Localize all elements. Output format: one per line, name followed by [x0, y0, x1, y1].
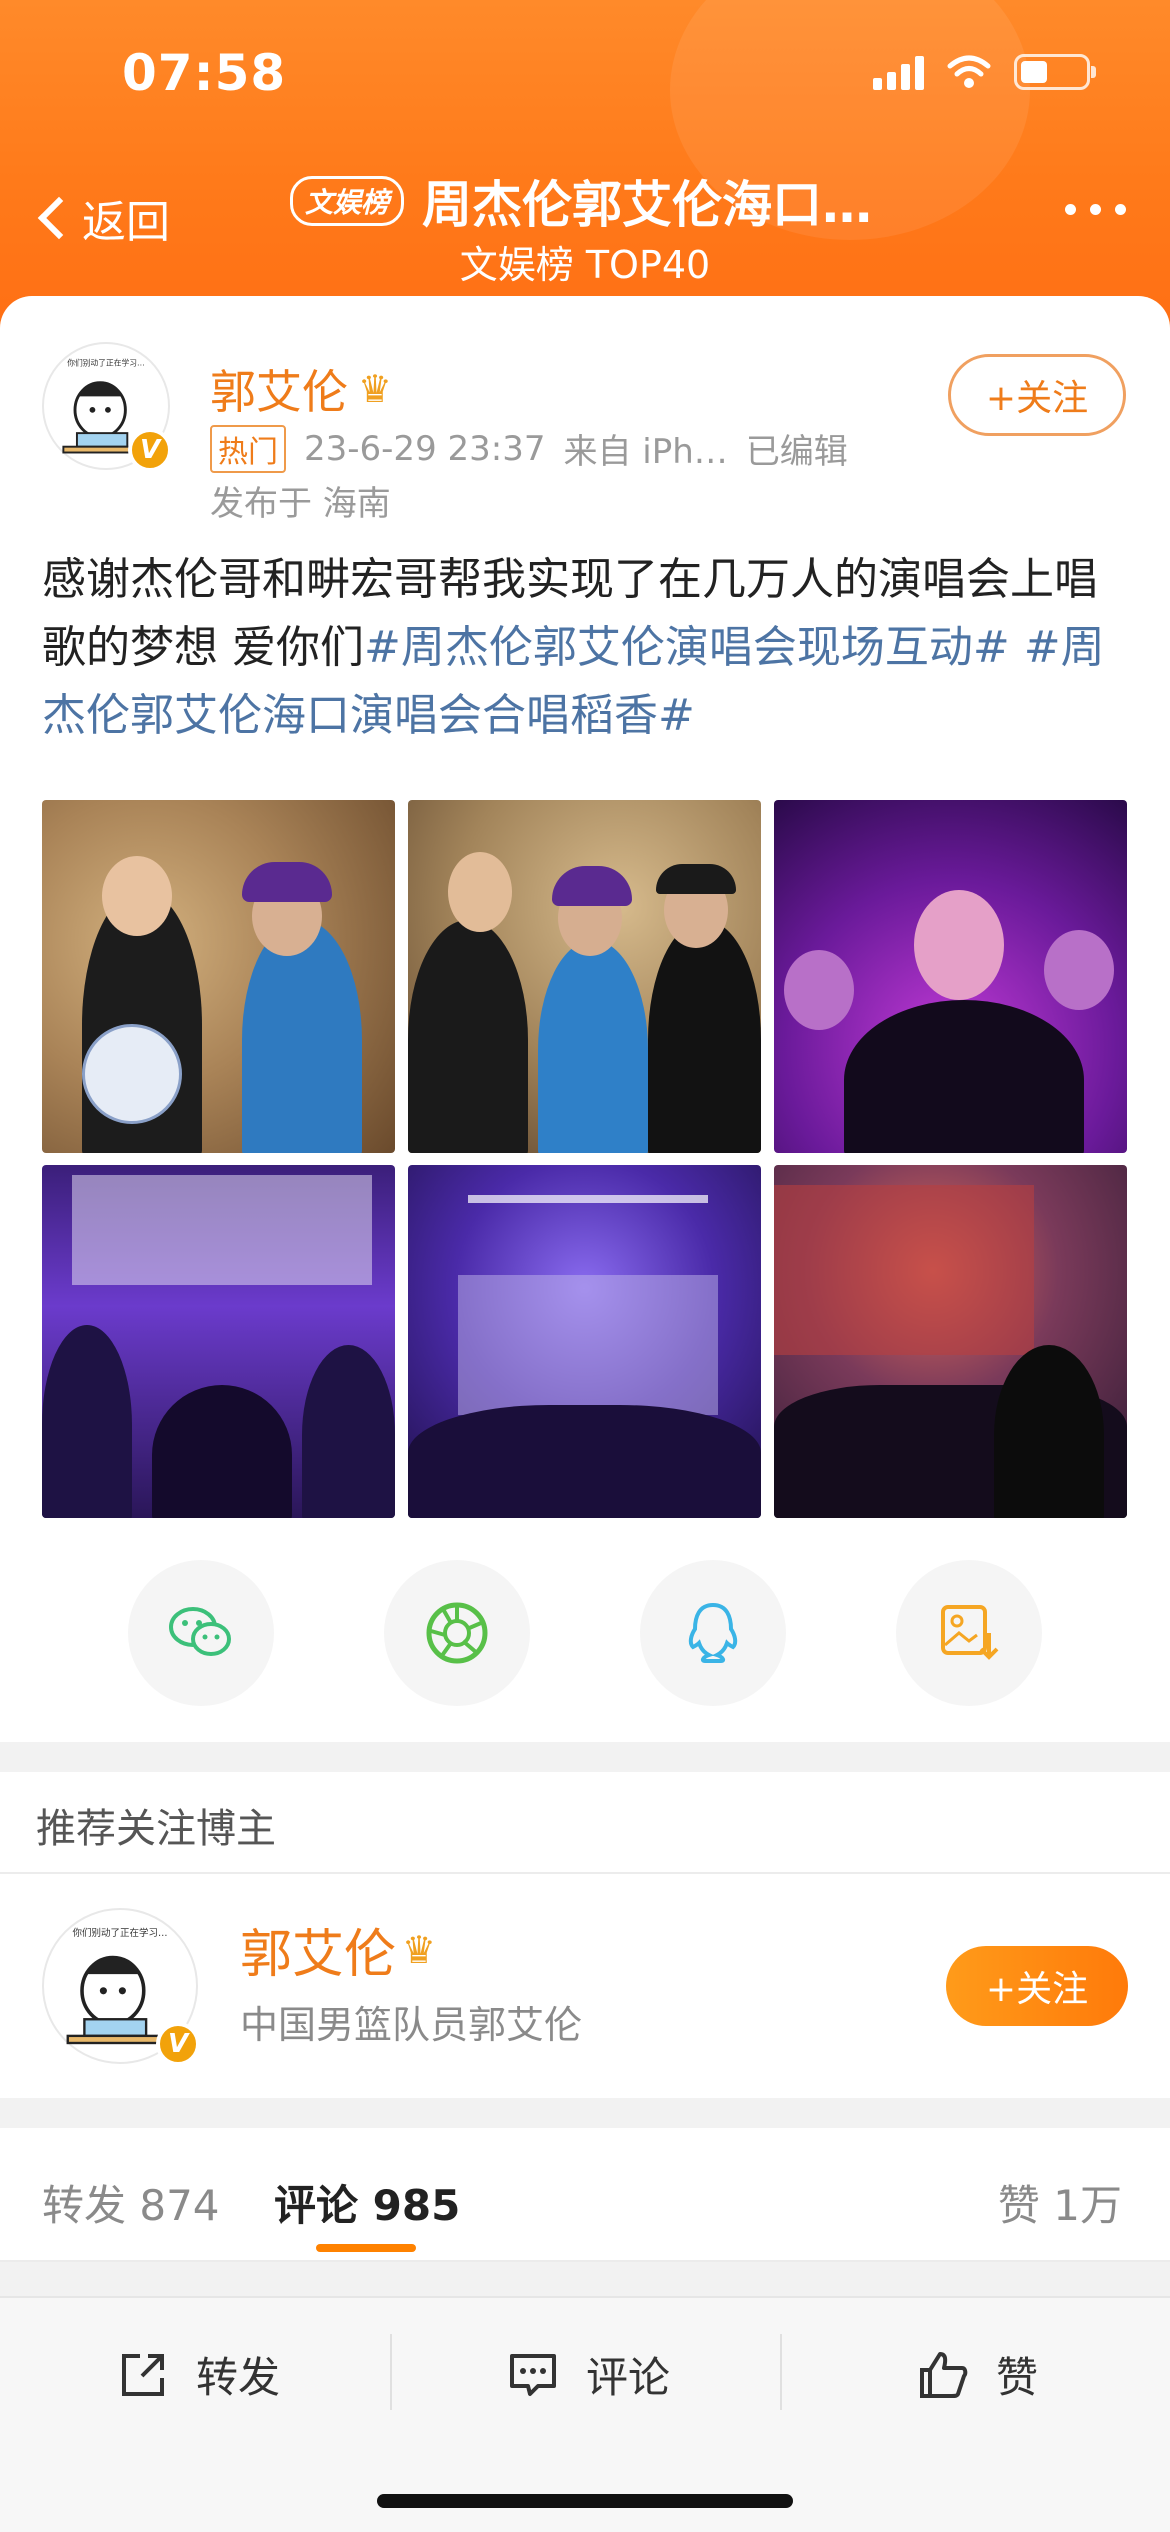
- thumbs-up-icon: [920, 2351, 968, 2398]
- photo-6[interactable]: [774, 1165, 1127, 1518]
- tab-comment[interactable]: 评论 985: [274, 2172, 460, 2233]
- interaction-tabs: 转发 874 评论 985 赞 1万: [0, 2128, 1170, 2262]
- repost-button[interactable]: 转发: [116, 2344, 280, 2405]
- ranking-badge: 文娱榜: [290, 176, 405, 226]
- page-subtitle: 文娱榜 TOP40: [459, 243, 711, 287]
- share-qq-button[interactable]: [640, 1560, 786, 1706]
- topic-link-1[interactable]: #周杰伦郭艾伦演唱会现场互动#: [364, 622, 1010, 673]
- divider: [0, 1872, 1170, 1874]
- recommend-name[interactable]: 郭艾伦: [240, 1912, 396, 1987]
- recommend-section: 推荐关注博主 你们别动了正在学习… V 郭艾伦 ♛ 中国男篮队员郭艾伦 +关注: [0, 1772, 1170, 2098]
- page-title-wrap: 文娱榜 周杰伦郭艾伦海口…: [290, 165, 910, 237]
- moments-icon: [426, 1602, 488, 1664]
- status-time: 07:58: [122, 44, 287, 102]
- crown-icon: ♛: [402, 1927, 437, 1972]
- comment-label: 评论: [586, 2353, 671, 2402]
- photo-5[interactable]: [408, 1165, 761, 1518]
- verified-badge-icon: V: [156, 2022, 200, 2066]
- verified-badge-icon: V: [128, 428, 172, 472]
- active-tab-indicator: [316, 2244, 416, 2252]
- post-card: 你们别动了正在学习… V 郭艾伦 ♛ 热门 23-6-29 23:37 来自 i…: [0, 296, 1170, 1742]
- post-source: 来自 iPh…: [563, 432, 728, 472]
- like-button[interactable]: 赞: [916, 2344, 1038, 2405]
- post-body: 感谢杰伦哥和畊宏哥帮我实现了在几万人的演唱会上唱歌的梦想 爱你们#周杰伦郭艾伦演…: [42, 546, 1132, 750]
- like-label: 赞: [996, 2353, 1039, 2402]
- wifi-icon: [947, 55, 991, 88]
- photo-1[interactable]: [42, 800, 395, 1153]
- divider: [780, 2334, 782, 2410]
- share-row: [0, 1560, 1170, 1706]
- comment-icon: [510, 2353, 556, 2396]
- edited-label[interactable]: 已编辑: [746, 424, 848, 473]
- tab-repost[interactable]: 转发 874: [42, 2172, 220, 2233]
- post-meta: 热门 23-6-29 23:37 来自 iPh… 已编辑: [210, 424, 848, 473]
- repost-label: 转发: [196, 2353, 281, 2402]
- svg-text:你们别动了正在学习…: 你们别动了正在学习…: [67, 357, 145, 367]
- top-header: 07:58 返回 文娱榜 周杰伦郭艾伦海口… 文娱榜 TOP40: [0, 0, 1170, 330]
- post-timestamp: 23-6-29 23:37: [304, 428, 546, 469]
- author-name[interactable]: 郭艾伦: [210, 356, 348, 422]
- status-icons: [873, 54, 1096, 90]
- repost-icon: [122, 2353, 164, 2396]
- bottom-action-bar: 转发 评论 赞: [0, 2296, 1170, 2532]
- photo-4[interactable]: [42, 1165, 395, 1518]
- comment-button[interactable]: 评论: [506, 2344, 670, 2405]
- battery-icon: [1014, 54, 1096, 90]
- share-wechat-button[interactable]: [128, 1560, 274, 1706]
- page-title: 周杰伦郭艾伦海口…: [422, 176, 873, 234]
- more-options-icon[interactable]: [1065, 204, 1126, 215]
- chevron-left-icon: [37, 196, 81, 240]
- post-location: 发布于 海南: [210, 484, 391, 524]
- recommend-desc: 中国男篮队员郭艾伦: [240, 2003, 583, 2047]
- crown-icon: ♛: [358, 367, 393, 411]
- photo-3[interactable]: [774, 800, 1127, 1153]
- divider: [390, 2334, 392, 2410]
- recommend-avatar[interactable]: 你们别动了正在学习… V: [42, 1908, 200, 2066]
- follow-button[interactable]: +关注: [948, 354, 1126, 436]
- tab-like[interactable]: 赞 1万: [998, 2172, 1122, 2233]
- svg-text:你们别动了正在学习…: 你们别动了正在学习…: [72, 1927, 167, 1939]
- author-avatar[interactable]: 你们别动了正在学习… V: [42, 342, 172, 472]
- hot-tag: 热门: [210, 424, 286, 473]
- photo-2[interactable]: [408, 800, 761, 1153]
- home-indicator: [377, 2494, 793, 2508]
- save-image-button[interactable]: [896, 1560, 1042, 1706]
- recommend-title: 推荐关注博主: [36, 1806, 276, 1852]
- wechat-icon: [169, 1607, 231, 1656]
- save-image-icon: [941, 1605, 999, 1660]
- share-moments-button[interactable]: [384, 1560, 530, 1706]
- author-name-row[interactable]: 郭艾伦 ♛: [210, 356, 392, 422]
- qq-icon: [688, 1602, 738, 1663]
- recommend-name-row[interactable]: 郭艾伦 ♛: [240, 1912, 436, 1987]
- cellular-signal-icon: [873, 54, 924, 90]
- photo-grid: [42, 800, 1128, 1518]
- recommend-follow-button[interactable]: +关注: [946, 1946, 1128, 2026]
